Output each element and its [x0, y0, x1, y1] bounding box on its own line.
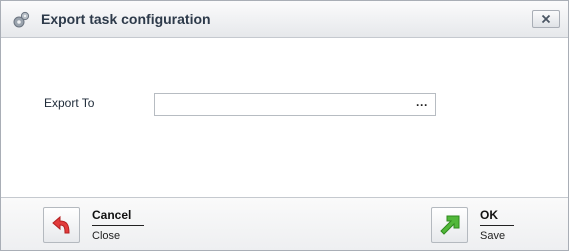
export-to-field[interactable]: ···	[154, 93, 436, 116]
dialog-content: Export To ···	[1, 38, 568, 197]
export-to-label: Export To	[44, 96, 95, 110]
dialog-footer: Cancel Close OK Save	[1, 197, 568, 250]
cancel-divider	[92, 225, 144, 226]
ok-subtitle: Save	[480, 230, 506, 242]
cancel-subtitle: Close	[92, 230, 121, 242]
ok-title: OK	[480, 208, 498, 222]
diagonal-arrow-icon	[431, 207, 468, 243]
close-icon	[541, 14, 551, 24]
title-bar: Export task configuration	[1, 1, 568, 38]
browse-button[interactable]: ···	[412, 96, 432, 113]
undo-arrow-icon	[43, 207, 80, 243]
dialog-title: Export task configuration	[41, 11, 211, 27]
gears-icon	[13, 11, 30, 28]
ok-divider	[480, 225, 514, 226]
cancel-title: Cancel	[92, 208, 132, 222]
export-task-dialog: Export task configuration Export To ··· …	[0, 0, 569, 251]
close-button[interactable]	[532, 10, 560, 28]
